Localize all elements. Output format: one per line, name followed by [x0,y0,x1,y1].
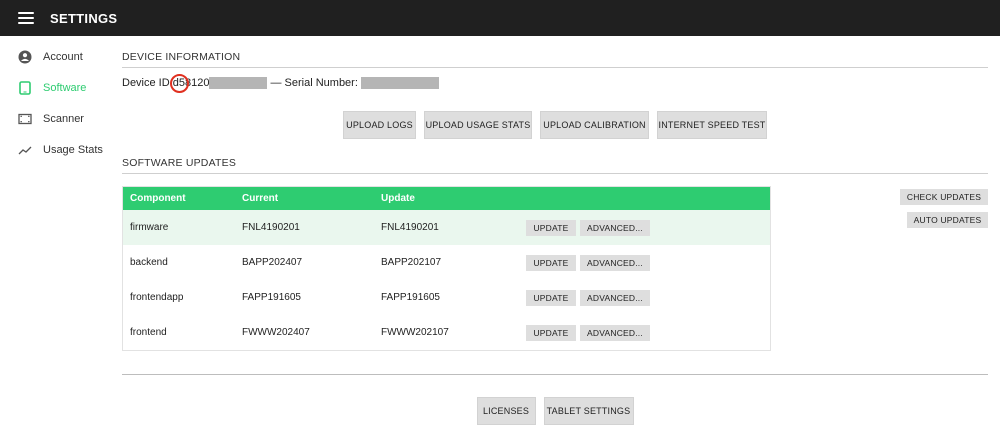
advanced-button[interactable]: ADVANCED... [580,219,650,236]
component-cell: frontend [130,327,167,338]
licenses-button[interactable]: LICENSES [476,397,536,425]
scanner-icon [17,111,33,127]
auto-updates-button[interactable]: AUTO UPDATES [907,212,988,228]
row-actions: UPDATE ADVANCED... [526,289,650,306]
update-button[interactable]: UPDATE [526,324,576,341]
component-cell: frontendapp [130,292,184,303]
update-version-cell: BAPP202107 [381,257,442,268]
redacted-serial-number [360,77,439,89]
sidebar-item-account[interactable]: Account [0,41,112,72]
update-version-cell: FNL4190201 [381,222,439,233]
software-updates-section: Component Current Update firmware FNL419… [122,186,988,351]
sidebar-item-label: Scanner [43,112,84,125]
column-header-update: Update [381,193,415,204]
row-actions: UPDATE ADVANCED... [526,324,650,341]
row-actions: UPDATE ADVANCED... [526,219,650,236]
column-header-component: Component [130,193,186,204]
software-updates-table: Component Current Update firmware FNL419… [122,186,771,351]
component-cell: firmware [130,222,169,233]
footer-divider [122,374,988,375]
upload-logs-button[interactable]: UPLOAD LOGS [343,111,416,139]
serial-number-label: — Serial Number: [270,77,358,89]
current-version-cell: BAPP202407 [242,257,303,268]
hamburger-menu-icon[interactable] [18,12,34,24]
update-button[interactable]: UPDATE [526,254,576,271]
device-id-label: Device ID: [122,77,173,89]
tablet-icon [17,80,33,96]
table-row: backend BAPP202407 BAPP202107 UPDATE ADV… [123,245,770,280]
device-id-line: Device ID: d5 8120 — Serial Number: [122,74,988,93]
update-button[interactable]: UPDATE [526,219,576,236]
top-app-bar: SETTINGS [0,0,1000,36]
sidebar-item-label: Usage Stats [43,143,103,156]
tablet-settings-button[interactable]: TABLET SETTINGS [543,397,634,425]
internet-speed-test-button[interactable]: INTERNET SPEED TEST [657,111,767,139]
column-header-current: Current [242,193,279,204]
update-controls: CHECK UPDATES AUTO UPDATES [900,189,988,228]
table-row: firmware FNL4190201 FNL4190201 UPDATE AD… [123,210,770,245]
device-actions: UPLOAD LOGS UPLOAD USAGE STATS UPLOAD CA… [122,111,988,139]
software-updates-heading: SOFTWARE UPDATES [122,157,988,174]
table-row: frontendapp FAPP191605 FAPP191605 UPDATE… [123,280,770,315]
current-version-cell: FAPP191605 [242,292,301,303]
page-title: SETTINGS [50,10,118,26]
current-version-cell: FWWW202407 [242,327,310,338]
advanced-button[interactable]: ADVANCED... [580,254,650,271]
row-actions: UPDATE ADVANCED... [526,254,650,271]
sidebar-item-label: Account [43,50,83,63]
main-content: DEVICE INFORMATION Device ID: d5 8120 — … [122,36,988,425]
update-version-cell: FAPP191605 [381,292,440,303]
sidebar-item-usage-stats[interactable]: Usage Stats [0,134,112,165]
component-cell: backend [130,257,168,268]
advanced-button[interactable]: ADVANCED... [580,324,650,341]
advanced-button[interactable]: ADVANCED... [580,289,650,306]
trend-icon [17,142,33,158]
sidebar-item-scanner[interactable]: Scanner [0,103,112,134]
update-version-cell: FWWW202107 [381,327,449,338]
device-id-highlighted-prefix: d5 [169,74,190,93]
upload-calibration-button[interactable]: UPLOAD CALIBRATION [540,111,649,139]
table-row: frontend FWWW202407 FWWW202107 UPDATE AD… [123,315,770,350]
sidebar-item-label: Software [43,81,87,94]
footer-actions: LICENSES TABLET SETTINGS [122,397,988,425]
account-icon [17,49,33,65]
table-header: Component Current Update [123,187,770,210]
update-button[interactable]: UPDATE [526,289,576,306]
redacted-device-id [209,77,268,89]
sidebar-item-software[interactable]: Software [0,72,112,103]
device-information-heading: DEVICE INFORMATION [122,51,988,68]
sidebar: Account Software Scanner Usage Stats [0,36,112,165]
upload-usage-stats-button[interactable]: UPLOAD USAGE STATS [424,111,532,139]
check-updates-button[interactable]: CHECK UPDATES [900,189,988,205]
current-version-cell: FNL4190201 [242,222,300,233]
